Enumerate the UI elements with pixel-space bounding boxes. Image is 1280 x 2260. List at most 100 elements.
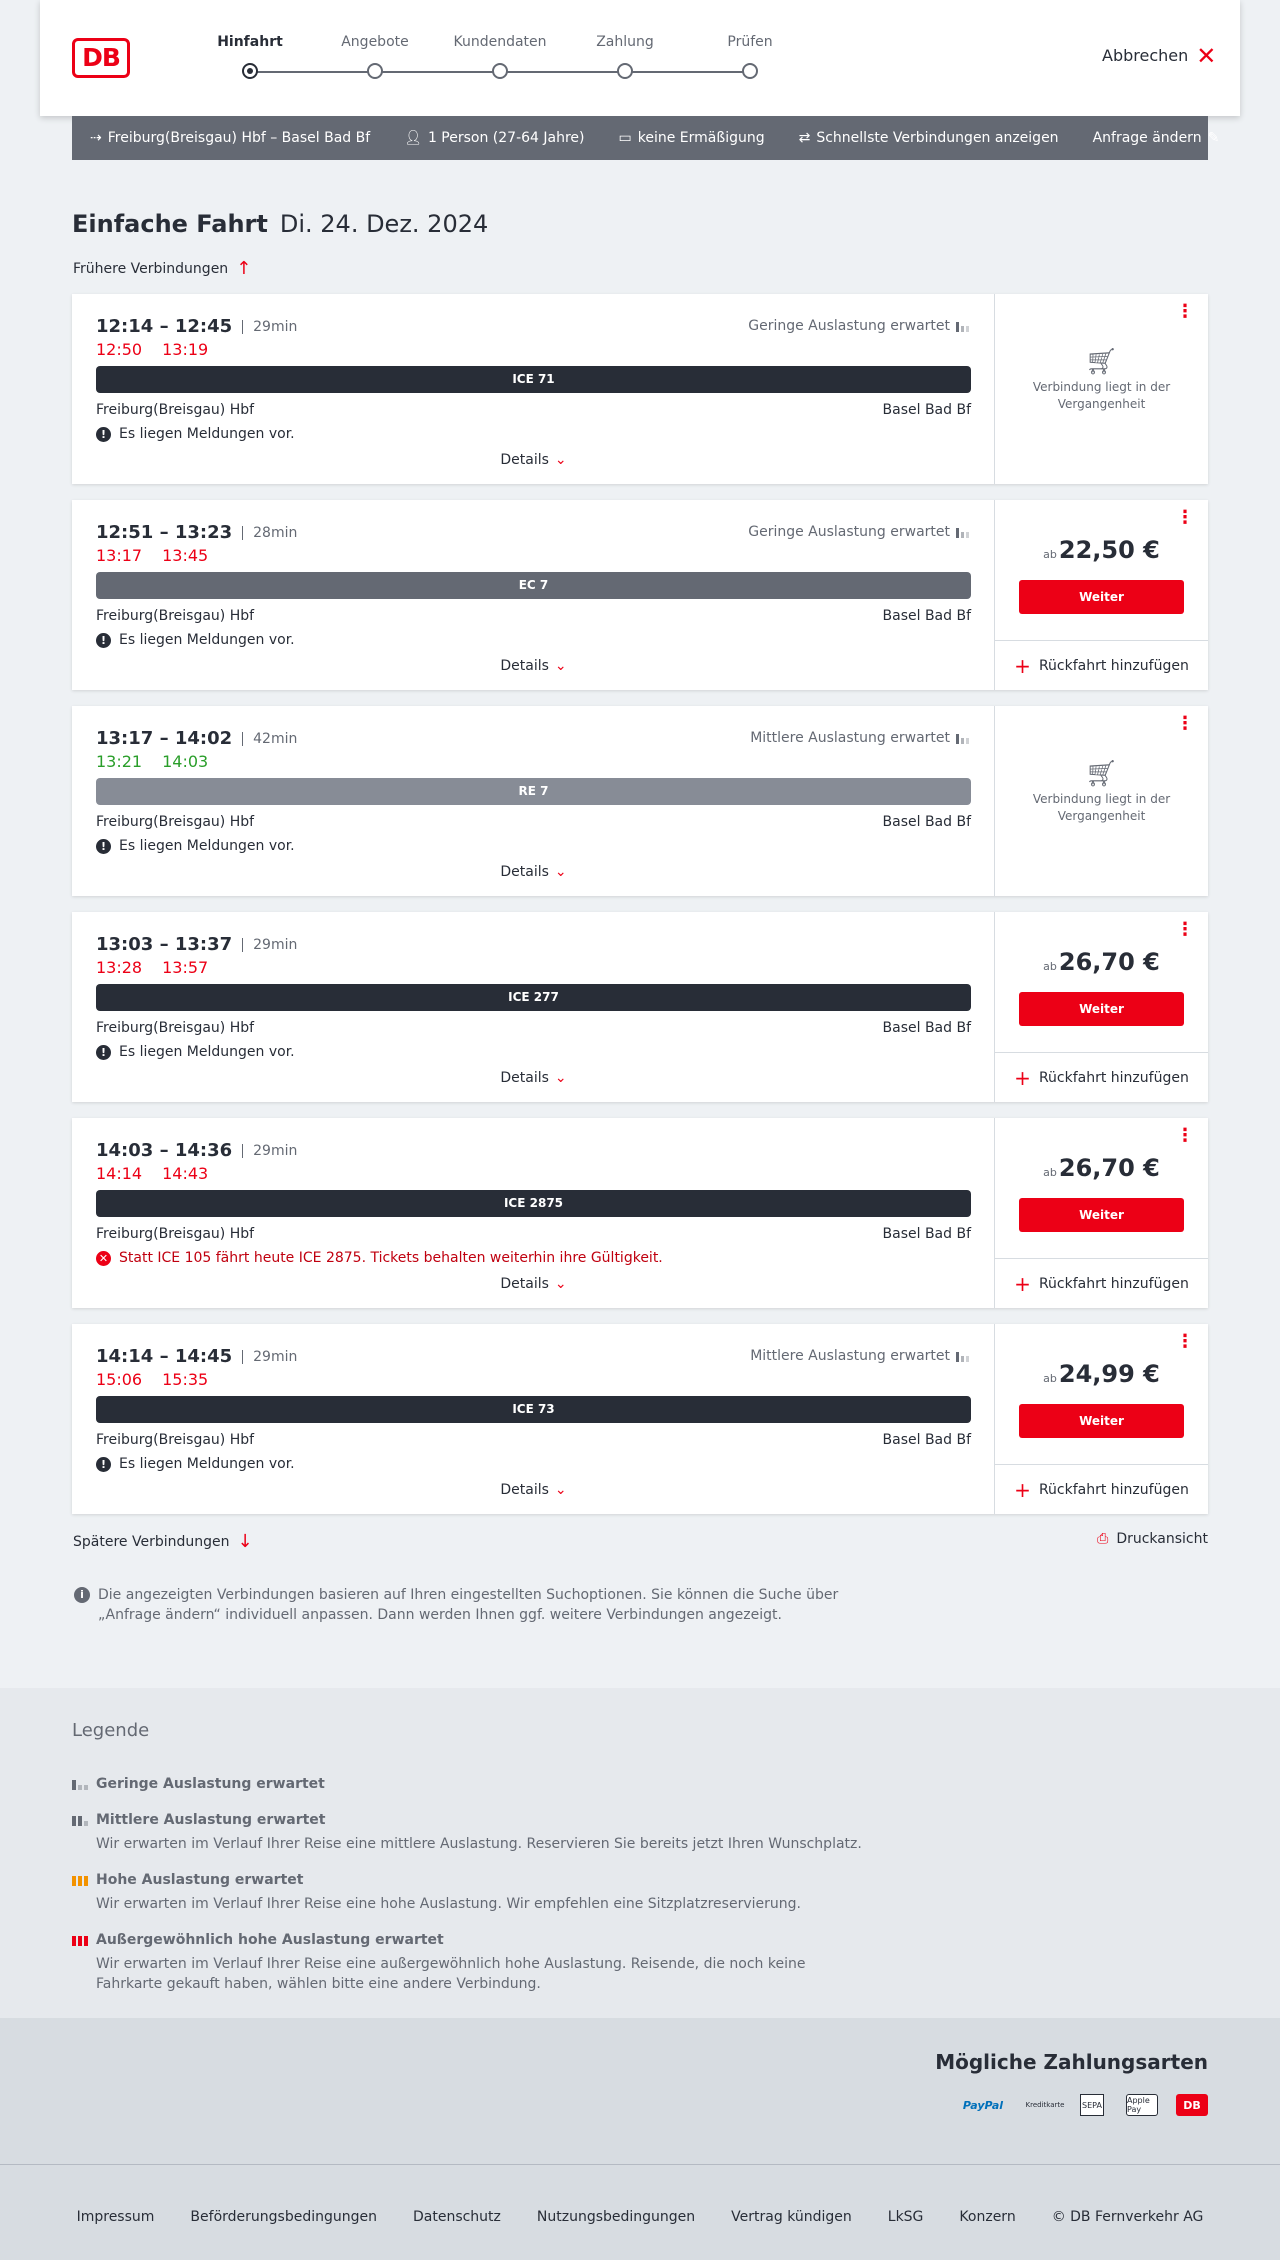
person-icon: 👤︎ bbox=[404, 130, 422, 146]
occupancy-info: Geringe Auslastung erwartet bbox=[748, 524, 970, 540]
connection-card[interactable]: 14:03 – 14:36 29min 14:14 14:43 ICE 2875 Frei… bbox=[72, 1118, 1208, 1308]
chevron-down-icon: ⌄ bbox=[554, 1276, 567, 1292]
occupancy-icon bbox=[956, 526, 970, 538]
continue-button[interactable]: Weiter bbox=[1019, 1198, 1184, 1232]
later-connections-link[interactable]: Spätere Verbindungen ↓ bbox=[73, 1531, 253, 1552]
add-return-trip-button[interactable]: + Rückfahrt hinzufügen bbox=[995, 1258, 1208, 1308]
connection-card[interactable]: 12:51 – 13:23 28min 13:17 13:45 Geringe Ausl… bbox=[72, 500, 1208, 690]
train-bar[interactable]: ICE 71 bbox=[96, 366, 971, 393]
progress-step-dot bbox=[617, 63, 633, 79]
more-options-icon[interactable]: ⋮ bbox=[1176, 1127, 1194, 1145]
offer-panel: ⋮ ab26,70 € Weiter + Rückfahrt hinzufügen bbox=[995, 1118, 1208, 1308]
legend-section: Legende Geringe Auslastung erwartet Mittl… bbox=[0, 1688, 1280, 2018]
occupancy-icon bbox=[72, 1814, 88, 1826]
more-options-icon[interactable]: ⋮ bbox=[1176, 1333, 1194, 1351]
offer-panel: ⋮ 🛒︎ Verbindung liegt in der Vergangenheit bbox=[995, 294, 1208, 484]
footer-link[interactable]: Konzern bbox=[959, 2209, 1015, 2225]
more-options-icon[interactable]: ⋮ bbox=[1176, 303, 1194, 321]
connection-message: ! Es liegen Meldungen vor. bbox=[96, 426, 295, 442]
details-toggle[interactable]: Details ⌄ bbox=[72, 1482, 995, 1498]
train-bar[interactable]: ICE 277 bbox=[96, 984, 971, 1011]
alert-icon: ✕ bbox=[96, 1250, 111, 1266]
realtime-times: 13:21 14:03 bbox=[96, 752, 209, 771]
arrival-station: Basel Bad Bf bbox=[882, 1226, 971, 1242]
progress-step-label: Prüfen bbox=[727, 34, 773, 50]
schedule-times: 13:03 – 13:37 29min bbox=[96, 934, 298, 955]
edit-search-button[interactable]: Anfrage ändern ✎ bbox=[1093, 130, 1220, 146]
alert-icon: ! bbox=[96, 1456, 111, 1472]
departure-station: Freiburg(Breisgau) Hbf bbox=[96, 402, 255, 418]
add-return-trip-button[interactable]: + Rückfahrt hinzufügen bbox=[995, 1464, 1208, 1514]
footer-link[interactable]: Datenschutz bbox=[413, 2209, 501, 2225]
print-view-link[interactable]: ⎙ Druckansicht bbox=[1097, 1531, 1208, 1547]
filter-summary: ⇄ Schnellste Verbindungen anzeigen bbox=[798, 130, 1059, 146]
progress-step: Kundendaten bbox=[450, 34, 550, 79]
search-summary-bar: ⇢ Freiburg(Breisgau) Hbf – Basel Bad Bf 👤… bbox=[72, 116, 1219, 160]
payment-method-kreditkarte: Kreditkarte bbox=[1025, 2101, 1065, 2109]
occupancy-icon bbox=[956, 320, 970, 332]
more-options-icon[interactable]: ⋮ bbox=[1176, 715, 1194, 733]
train-bar[interactable]: ICE 73 bbox=[96, 1396, 971, 1423]
schedule-times: 14:14 – 14:45 29min bbox=[96, 1346, 298, 1367]
chevron-down-icon: ⌄ bbox=[554, 1482, 567, 1498]
train-bar[interactable]: ICE 2875 bbox=[96, 1190, 971, 1217]
route-summary: ⇢ Freiburg(Breisgau) Hbf – Basel Bad Bf bbox=[90, 130, 371, 146]
details-toggle[interactable]: Details ⌄ bbox=[72, 864, 995, 880]
details-toggle[interactable]: Details ⌄ bbox=[72, 1070, 995, 1086]
details-toggle[interactable]: Details ⌄ bbox=[72, 658, 995, 674]
footer-link: © DB Fernverkehr AG bbox=[1051, 2209, 1204, 2225]
discount-summary: ▭ keine Ermäßigung bbox=[618, 130, 765, 146]
train-bar[interactable]: EC 7 bbox=[96, 572, 971, 599]
train-bar[interactable]: RE 7 bbox=[96, 778, 971, 805]
occupancy-icon bbox=[72, 1874, 88, 1886]
continue-button[interactable]: Weiter bbox=[1019, 1404, 1184, 1438]
connection-info: 12:14 – 12:45 29min 12:50 13:19 Geringe Ausl… bbox=[72, 294, 995, 484]
stations: Freiburg(Breisgau) Hbf Basel Bad Bf bbox=[96, 814, 971, 830]
chevron-down-icon: ⌄ bbox=[554, 658, 567, 674]
earlier-connections-link[interactable]: Frühere Verbindungen ↑ bbox=[73, 258, 251, 279]
arrival-station: Basel Bad Bf bbox=[882, 814, 971, 830]
connection-message: ! Es liegen Meldungen vor. bbox=[96, 1044, 295, 1060]
progress-step-label: Zahlung bbox=[596, 34, 654, 50]
footer-link[interactable]: Vertrag kündigen bbox=[731, 2209, 852, 2225]
add-return-trip-button[interactable]: + Rückfahrt hinzufügen bbox=[995, 640, 1208, 690]
duration: 42min bbox=[242, 731, 297, 746]
schedule-times: 12:14 – 12:45 29min bbox=[96, 316, 298, 337]
legend-item-desc: Wir erwarten im Verlauf Ihrer Reise eine… bbox=[96, 1896, 801, 1912]
connection-card[interactable]: 13:17 – 14:02 42min 13:21 14:03 Mittlere Aus… bbox=[72, 706, 1208, 896]
cancel-label: Abbrechen bbox=[1102, 46, 1189, 65]
details-toggle[interactable]: Details ⌄ bbox=[72, 1276, 995, 1292]
footer-link[interactable]: Beförderungsbedingungen bbox=[190, 2209, 377, 2225]
continue-button[interactable]: Weiter bbox=[1019, 992, 1184, 1026]
occupancy-icon bbox=[956, 1350, 970, 1362]
page-title: Einfache Fahrt Di. 24. Dez. 2024 bbox=[72, 210, 489, 238]
db-logo[interactable]: DB bbox=[72, 38, 130, 78]
continue-button[interactable]: Weiter bbox=[1019, 580, 1184, 614]
connection-card[interactable]: 13:03 – 13:37 29min 13:28 13:57 ICE 277 Freib… bbox=[72, 912, 1208, 1102]
footer-link[interactable]: Nutzungsbedingungen bbox=[537, 2209, 695, 2225]
stations: Freiburg(Breisgau) Hbf Basel Bad Bf bbox=[96, 1226, 971, 1242]
footer-link[interactable]: Impressum bbox=[77, 2209, 155, 2225]
printer-icon: ⎙ bbox=[1097, 1531, 1109, 1547]
connection-card[interactable]: 14:14 – 14:45 29min 15:06 15:35 Mittlere Aus… bbox=[72, 1324, 1208, 1514]
offer-panel: ⋮ ab22,50 € Weiter + Rückfahrt hinzufügen bbox=[995, 500, 1208, 690]
more-options-icon[interactable]: ⋮ bbox=[1176, 921, 1194, 939]
more-options-icon[interactable]: ⋮ bbox=[1176, 509, 1194, 527]
legend-item-desc: Wir erwarten im Verlauf Ihrer Reise eine… bbox=[96, 1836, 862, 1852]
chevron-down-icon: ⌄ bbox=[554, 452, 567, 468]
footer: Impressum Beförderungsbedingungen Datensch… bbox=[0, 2164, 1280, 2260]
price: ab26,70 € bbox=[1043, 1154, 1160, 1182]
footer-link[interactable]: LkSG bbox=[888, 2209, 924, 2225]
legend-item-title: Geringe Auslastung erwartet bbox=[96, 1776, 325, 1792]
details-toggle[interactable]: Details ⌄ bbox=[72, 452, 995, 468]
occupancy-icon bbox=[72, 1778, 88, 1790]
cancel-button[interactable]: Abbrechen ✕ bbox=[1102, 44, 1216, 68]
stations: Freiburg(Breisgau) Hbf Basel Bad Bf bbox=[96, 1020, 971, 1036]
duration: 29min bbox=[242, 1349, 297, 1364]
connection-card[interactable]: 12:14 – 12:45 29min 12:50 13:19 Geringe Ausl… bbox=[72, 294, 1208, 484]
legend-item-desc: Wir erwarten im Verlauf Ihrer Reise eine… bbox=[96, 1956, 806, 1992]
legend-item-title: Hohe Auslastung erwartet bbox=[96, 1872, 304, 1888]
stations: Freiburg(Breisgau) Hbf Basel Bad Bf bbox=[96, 1432, 971, 1448]
add-return-trip-button[interactable]: + Rückfahrt hinzufügen bbox=[995, 1052, 1208, 1102]
alert-icon: ! bbox=[96, 426, 111, 442]
